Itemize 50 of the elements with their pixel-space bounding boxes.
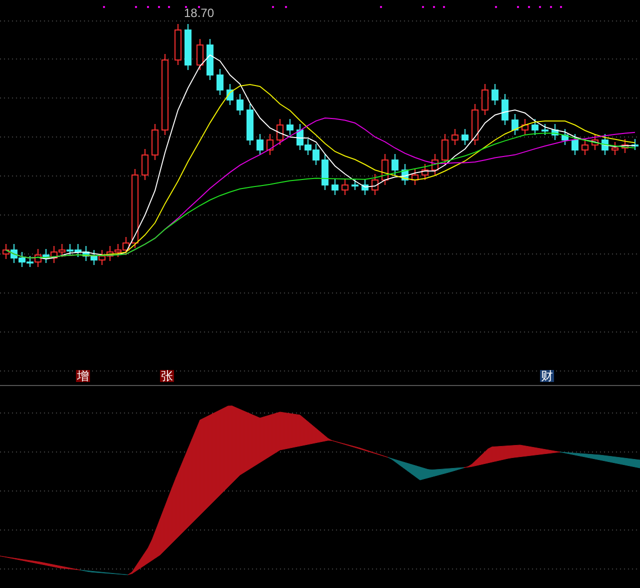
- candlestick: [532, 118, 538, 136]
- candlestick: [622, 138, 628, 154]
- candlestick: [226, 84, 234, 106]
- candlestick: [512, 114, 518, 136]
- candlestick: [236, 94, 244, 116]
- candlestick: [592, 134, 598, 150]
- candlestick: [482, 84, 488, 116]
- candlestick: [462, 128, 468, 146]
- candlestick: [142, 148, 148, 180]
- candlestick: [152, 124, 158, 160]
- candlestick: [286, 118, 294, 136]
- signal-marker: 张: [160, 370, 174, 382]
- candlestick: [322, 154, 328, 190]
- candlestick: [392, 154, 398, 176]
- candlestick: [174, 24, 182, 66]
- candlestick: [184, 24, 192, 70]
- candlestick: [452, 128, 458, 146]
- candlestick: [502, 94, 508, 126]
- candlestick: [206, 38, 214, 80]
- candlestick: [612, 142, 618, 156]
- signal-marker: 财: [540, 370, 554, 382]
- candlestick: [422, 164, 428, 180]
- candlestick: [472, 104, 478, 146]
- candlestick: [276, 118, 284, 146]
- peak-price-label: 18.70: [184, 7, 214, 19]
- candlestick: [442, 134, 448, 166]
- candlestick: [582, 138, 588, 156]
- candlestick: [522, 118, 528, 136]
- candlestick: [402, 164, 408, 186]
- candlestick: [342, 178, 348, 196]
- candlestick: [256, 134, 264, 156]
- candlestick: [602, 134, 608, 156]
- candlestick: [332, 178, 338, 196]
- candlestick: [246, 104, 254, 146]
- candlestick: [542, 124, 548, 136]
- signal-marker: 增: [76, 370, 90, 382]
- candlestick: [352, 178, 358, 190]
- candlestick: [572, 134, 578, 156]
- candlestick: [412, 168, 418, 186]
- candlestick: [552, 124, 558, 140]
- candlestick: [432, 154, 438, 176]
- candlestick: [216, 68, 224, 96]
- candlestick: [372, 174, 378, 196]
- candlestick: [196, 38, 204, 70]
- candlestick: [562, 128, 568, 146]
- candlestick: [632, 138, 638, 150]
- candlestick: [382, 154, 388, 186]
- candlestick: [492, 84, 498, 106]
- candlestick: [266, 134, 274, 156]
- candlestick: [362, 178, 368, 196]
